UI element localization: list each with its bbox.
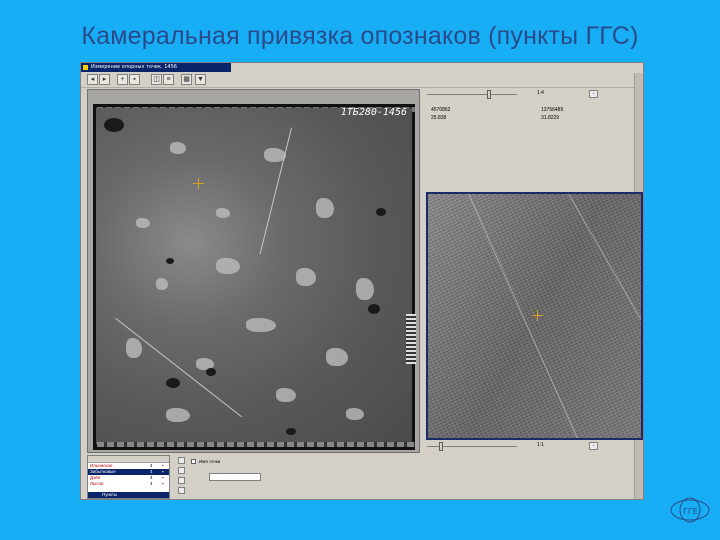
point-name-input[interactable]: [209, 473, 261, 481]
list-delete-button[interactable]: [178, 487, 185, 494]
zoom-apply-button[interactable]: ▫: [589, 90, 598, 98]
list-item-name: Лысое: [90, 481, 104, 486]
list-add-button[interactable]: [178, 467, 185, 474]
detail-slider-thumb[interactable]: [439, 442, 443, 451]
grid-icon[interactable]: ▦: [181, 74, 192, 85]
control-point-marker[interactable]: [193, 178, 204, 189]
coord-b2: 31.8229: [541, 115, 560, 121]
view-icon[interactable]: ◫: [151, 74, 162, 85]
list-up-button[interactable]: [178, 457, 185, 464]
company-logo: ГГЕ: [668, 496, 712, 524]
photo-image: [96, 108, 412, 444]
aerial-photo[interactable]: 1ТБ280-1456: [93, 104, 416, 450]
zoom-label-bottom: 1:1: [537, 442, 544, 448]
slide-title: Камеральная привязка опознаков (пункты Г…: [81, 22, 639, 50]
back-icon[interactable]: ◂: [87, 74, 98, 85]
detail-point-marker[interactable]: [532, 310, 543, 321]
settings-icon[interactable]: ≡: [163, 74, 174, 85]
zoom-row-bottom: 1:1 ▫: [427, 442, 637, 452]
photo-side-scale: [406, 314, 416, 364]
photo-bottom-strip: [97, 442, 415, 447]
zoom-row-top: 1:4 ▫: [427, 90, 637, 100]
list-footer[interactable]: Пункты: [88, 492, 169, 498]
zoom-slider-thumb[interactable]: [487, 90, 491, 99]
application-window: Измерение опорных точек. 1456 ◂ ▸ + ▪ ◫ …: [80, 62, 644, 500]
window-title: Измерение опорных точек. 1456: [91, 64, 177, 70]
window-titlebar[interactable]: Измерение опорных точек. 1456: [81, 63, 231, 72]
detail-apply-button[interactable]: ▫: [589, 442, 598, 450]
zoom-label-top: 1:4: [537, 90, 544, 96]
logo-graphic: ГГЕ: [670, 497, 710, 523]
list-item-flag: ▪: [162, 481, 164, 486]
detail-image: [428, 194, 641, 438]
coord-a2: 13756489: [541, 107, 564, 113]
coord-b1: 25.838: [431, 115, 447, 121]
marker-icon[interactable]: ▼: [195, 74, 206, 85]
list-item-name: Забытковые: [90, 469, 116, 474]
forward-icon[interactable]: ▸: [99, 74, 110, 85]
photo-label: 1ТБ280-1456: [340, 107, 407, 118]
aerial-photo-panel[interactable]: 1ТБ280-1456: [87, 89, 420, 453]
list-item-name: Дзёя: [90, 475, 101, 480]
toolbar: ◂ ▸ + ▪ ◫ ≡ ▦ ▼: [81, 73, 643, 88]
coord-a1: 4570862: [431, 107, 451, 113]
zoom-slider-track[interactable]: [427, 94, 517, 95]
list-item-value: 4: [150, 481, 153, 486]
logo-text: ГГЕ: [683, 507, 698, 516]
point-icon[interactable]: +: [117, 74, 128, 85]
zoomed-detail-view[interactable]: [426, 192, 643, 440]
name-field-label: Имя точки: [199, 459, 221, 464]
image-icon[interactable]: ▪: [129, 74, 140, 85]
list-header: [88, 456, 169, 463]
app-icon: [83, 65, 88, 70]
point-list[interactable]: Ильинское 4 ▪ Забытковые 4 ▪ Дзёя 4 ▪ Лысое 4 ▪ …: [87, 455, 170, 499]
list-item[interactable]: Лысое 4 ▪: [88, 481, 169, 487]
list-edit-button[interactable]: [178, 477, 185, 484]
list-item-name: Ильинское: [90, 463, 113, 468]
name-checkbox[interactable]: [191, 459, 196, 464]
